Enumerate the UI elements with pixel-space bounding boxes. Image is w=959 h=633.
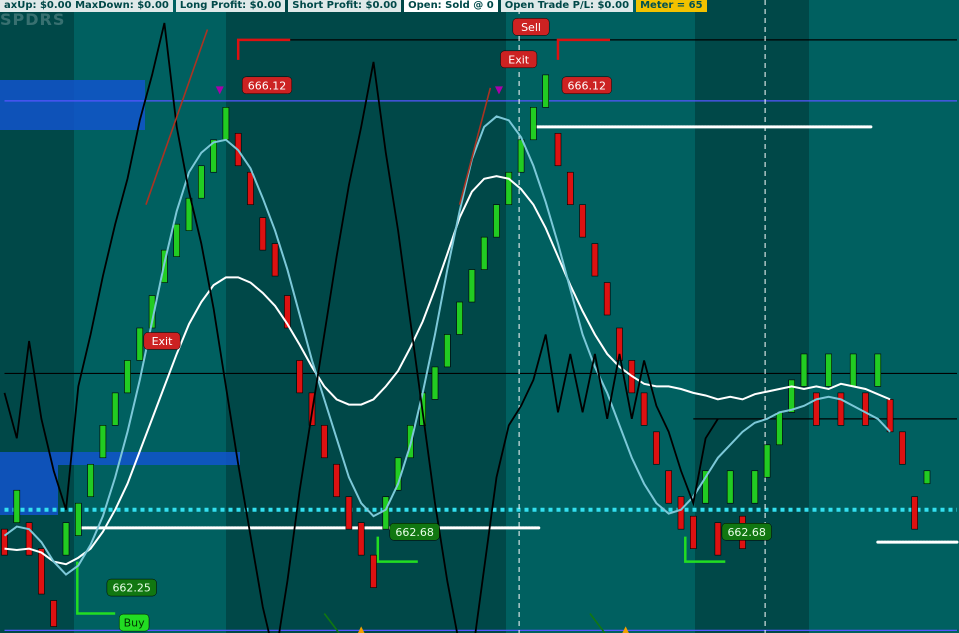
label-text: Buy	[124, 617, 146, 630]
candle-up	[493, 204, 500, 238]
candle-up	[87, 463, 94, 498]
candle-up	[111, 392, 119, 426]
candle-up	[13, 489, 21, 523]
candle-up	[788, 379, 796, 413]
candle-up	[800, 353, 808, 387]
long-profit: Long Profit: $0.00	[175, 0, 286, 12]
candle-down	[38, 548, 45, 595]
candle-down	[247, 171, 254, 205]
candle-up	[517, 139, 525, 173]
candle-up	[382, 496, 390, 530]
candle-up	[874, 353, 882, 387]
candle-down	[320, 425, 328, 459]
candle-up	[776, 412, 783, 446]
max-up-down: axUp: $0.00 MaxDown: $0.00	[0, 0, 173, 12]
candle-up	[75, 502, 82, 536]
candle-down	[259, 217, 267, 251]
candle-up	[751, 470, 759, 504]
candle-up	[443, 334, 451, 368]
candle-down	[653, 431, 660, 465]
candle-up	[136, 327, 144, 361]
label-text: 666.12	[568, 79, 607, 92]
status-bar: axUp: $0.00 MaxDown: $0.00 Long Profit: …	[0, 0, 707, 12]
meter: Meter = 65	[636, 0, 707, 12]
candle-down	[714, 522, 722, 556]
label-buy: Buy	[118, 613, 150, 632]
candle-up	[849, 353, 857, 387]
blue-zone	[0, 465, 58, 515]
candle-up	[431, 366, 439, 400]
candle-down	[640, 392, 648, 426]
label-red: Exit	[143, 332, 181, 350]
candle-down	[566, 171, 574, 205]
candle-up	[456, 301, 463, 335]
open-trade-pl: Open Trade P/L: $0.00	[500, 0, 634, 12]
label-red: Sell	[512, 18, 550, 36]
candle-down	[665, 470, 673, 504]
candle-up	[173, 223, 180, 257]
candle-up	[825, 353, 832, 387]
candle-down	[579, 204, 586, 238]
session-zone	[226, 0, 506, 633]
candle-down	[554, 133, 562, 167]
candle-up	[763, 444, 771, 478]
blue-zone	[0, 80, 145, 130]
price-chart[interactable]: 666.12 666.12 Exit Exit Sell 662.68 662.68 662.…	[0, 0, 959, 633]
candle-down	[689, 515, 697, 549]
candle-up	[530, 107, 537, 141]
candle-up	[923, 470, 931, 485]
label-text: Exit	[152, 335, 174, 348]
candle-up	[468, 269, 476, 303]
candle-up	[480, 236, 488, 270]
candle-down	[862, 392, 869, 426]
label-text: 662.68	[727, 526, 766, 539]
candle-down	[911, 496, 919, 530]
candle-up	[99, 425, 107, 459]
candle-down	[812, 392, 820, 426]
label-text: 662.25	[112, 582, 151, 595]
candle-down	[370, 554, 377, 588]
short-profit: Short Profit: $0.00	[288, 0, 402, 12]
label-red: Exit	[500, 50, 538, 69]
label-green: 662.25	[106, 578, 157, 597]
candle-down	[677, 496, 685, 530]
candle-down	[357, 522, 365, 556]
watermark-logo: SPDRS	[0, 10, 66, 29]
label-green: 662.68	[721, 523, 772, 541]
candle-up	[124, 360, 131, 394]
candle-down	[899, 431, 906, 465]
candle-down	[837, 392, 845, 426]
label-text: 662.68	[395, 526, 434, 539]
candle-up	[62, 522, 70, 556]
label-text: 666.12	[248, 79, 287, 92]
label-red: 666.12	[561, 76, 612, 95]
candle-up	[542, 74, 550, 108]
candle-down	[271, 243, 279, 277]
candle-up	[198, 165, 205, 199]
candle-down	[591, 243, 599, 277]
candle-up	[222, 107, 230, 141]
label-text: Exit	[508, 53, 530, 66]
candle-up	[726, 470, 734, 504]
label-red: 666.12	[241, 76, 293, 95]
candle-down	[603, 282, 611, 316]
label-green: 662.68	[389, 523, 440, 541]
open-position: Open: Sold @ 0	[404, 0, 498, 12]
label-text: Sell	[521, 21, 541, 34]
candle-down	[50, 600, 58, 627]
candle-down	[886, 399, 894, 433]
candle-down	[345, 496, 353, 530]
candle-up	[505, 171, 513, 205]
candle-down	[296, 360, 304, 394]
candle-down	[333, 463, 340, 498]
